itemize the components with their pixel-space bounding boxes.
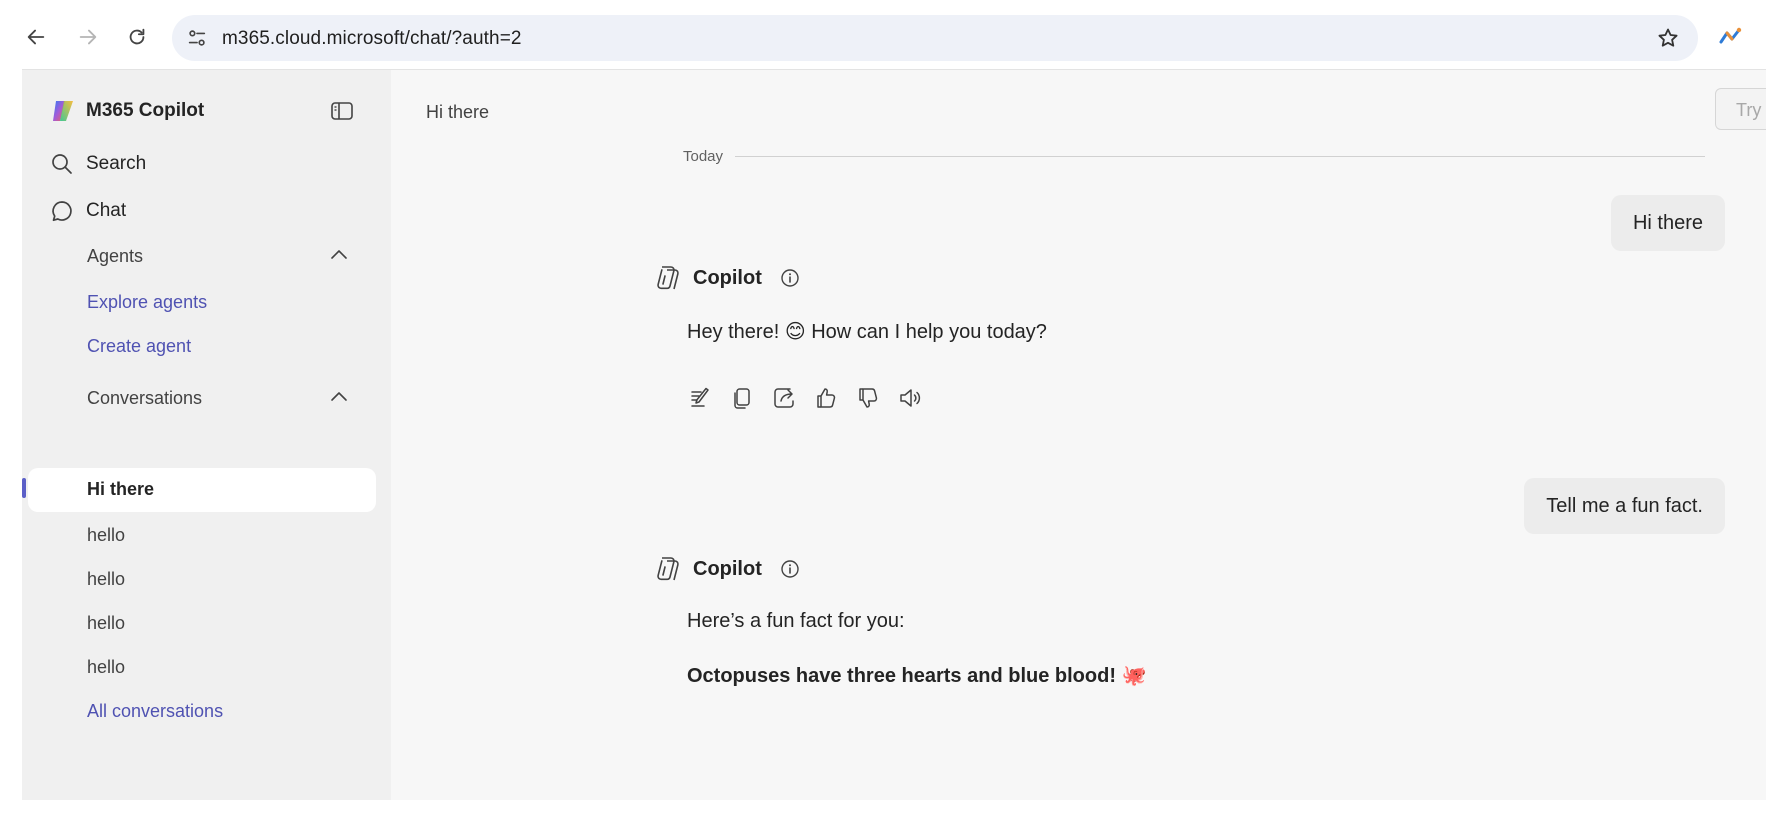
sidebar-item-label: Chat xyxy=(86,200,127,221)
active-indicator xyxy=(22,478,26,498)
copilot-app: M365 Copilot Search Chat Agents Explore … xyxy=(22,69,1766,800)
conversation-item[interactable]: hello xyxy=(87,657,125,678)
create-agent-link[interactable]: Create agent xyxy=(87,336,191,357)
day-separator-label: Today xyxy=(683,148,724,165)
app-name: M365 Copilot xyxy=(86,100,205,121)
back-button[interactable] xyxy=(21,22,51,52)
assistant-name: Copilot xyxy=(693,266,762,289)
bookmark-star-icon[interactable] xyxy=(1656,26,1680,50)
user-message: Hi there xyxy=(1610,195,1725,251)
chevron-up-icon[interactable] xyxy=(328,244,350,266)
sidebar-item-label: Search xyxy=(86,153,147,174)
conversation-title: Hi there xyxy=(426,102,490,122)
edit-in-pages-icon[interactable] xyxy=(687,385,713,411)
sidebar: M365 Copilot Search Chat Agents Explore … xyxy=(22,70,391,800)
conversations-section-label[interactable]: Conversations xyxy=(87,388,202,409)
brand[interactable]: M365 Copilot xyxy=(50,98,204,124)
agents-section-label[interactable]: Agents xyxy=(87,246,143,267)
chat-icon xyxy=(52,201,72,222)
user-message: Tell me a fun fact. xyxy=(1524,478,1725,534)
reload-button[interactable] xyxy=(122,22,152,52)
copilot-logo-icon xyxy=(657,266,679,290)
thumbs-down-icon[interactable] xyxy=(855,385,881,411)
address-bar[interactable]: m365.cloud.microsoft/chat/?auth=2 xyxy=(172,15,1698,61)
conversation-item-label[interactable]: Hi there xyxy=(87,479,154,500)
try-button[interactable]: Try G xyxy=(1715,88,1766,130)
assistant-header: Copilot xyxy=(653,554,800,584)
forward-button[interactable] xyxy=(73,22,103,52)
sidebar-toggle-icon[interactable] xyxy=(329,98,355,124)
site-settings-icon[interactable] xyxy=(186,27,208,49)
assistant-header: Copilot xyxy=(653,263,800,293)
info-icon[interactable] xyxy=(780,559,800,579)
conversation-item[interactable]: hello xyxy=(87,569,125,590)
arrow-left-icon xyxy=(27,29,45,45)
assistant-name: Copilot xyxy=(693,557,762,580)
sidebar-item-search[interactable]: Search xyxy=(50,152,146,176)
conversation-item[interactable]: hello xyxy=(87,525,125,546)
assistant-message-text: Octopuses have three hearts and blue blo… xyxy=(687,665,1147,687)
all-conversations-link[interactable]: All conversations xyxy=(87,701,223,722)
url-text[interactable]: m365.cloud.microsoft/chat/?auth=2 xyxy=(222,28,522,50)
assistant-message-text: Here’s a fun fact for you: xyxy=(687,610,905,632)
browser-toolbar: m365.cloud.microsoft/chat/?auth=2 xyxy=(0,0,1786,70)
message-actions xyxy=(687,385,939,411)
read-aloud-icon[interactable] xyxy=(897,385,923,411)
copilot-logo-icon xyxy=(657,557,679,581)
copy-icon[interactable] xyxy=(729,385,755,411)
conversation-item-active[interactable] xyxy=(28,468,376,512)
reload-icon xyxy=(129,28,145,45)
info-icon[interactable] xyxy=(780,268,800,288)
thumbs-up-icon[interactable] xyxy=(813,385,839,411)
search-icon xyxy=(52,154,72,174)
chevron-up-icon[interactable] xyxy=(328,386,350,408)
sidebar-item-chat[interactable]: Chat xyxy=(50,199,126,223)
conversation-item[interactable]: hello xyxy=(87,613,125,634)
day-separator: Today xyxy=(683,148,1705,165)
explore-agents-link[interactable]: Explore agents xyxy=(87,292,207,313)
assistant-message-text: Hey there! 😊 How can I help you today? xyxy=(687,321,1047,343)
extension-icon[interactable] xyxy=(1718,24,1744,50)
share-icon[interactable] xyxy=(771,385,797,411)
arrow-right-icon xyxy=(79,29,97,45)
m365-copilot-logo-icon xyxy=(53,101,73,121)
chat-main: Hi there Try G Today Hi there Copilot He… xyxy=(391,70,1766,800)
divider xyxy=(735,156,1705,157)
